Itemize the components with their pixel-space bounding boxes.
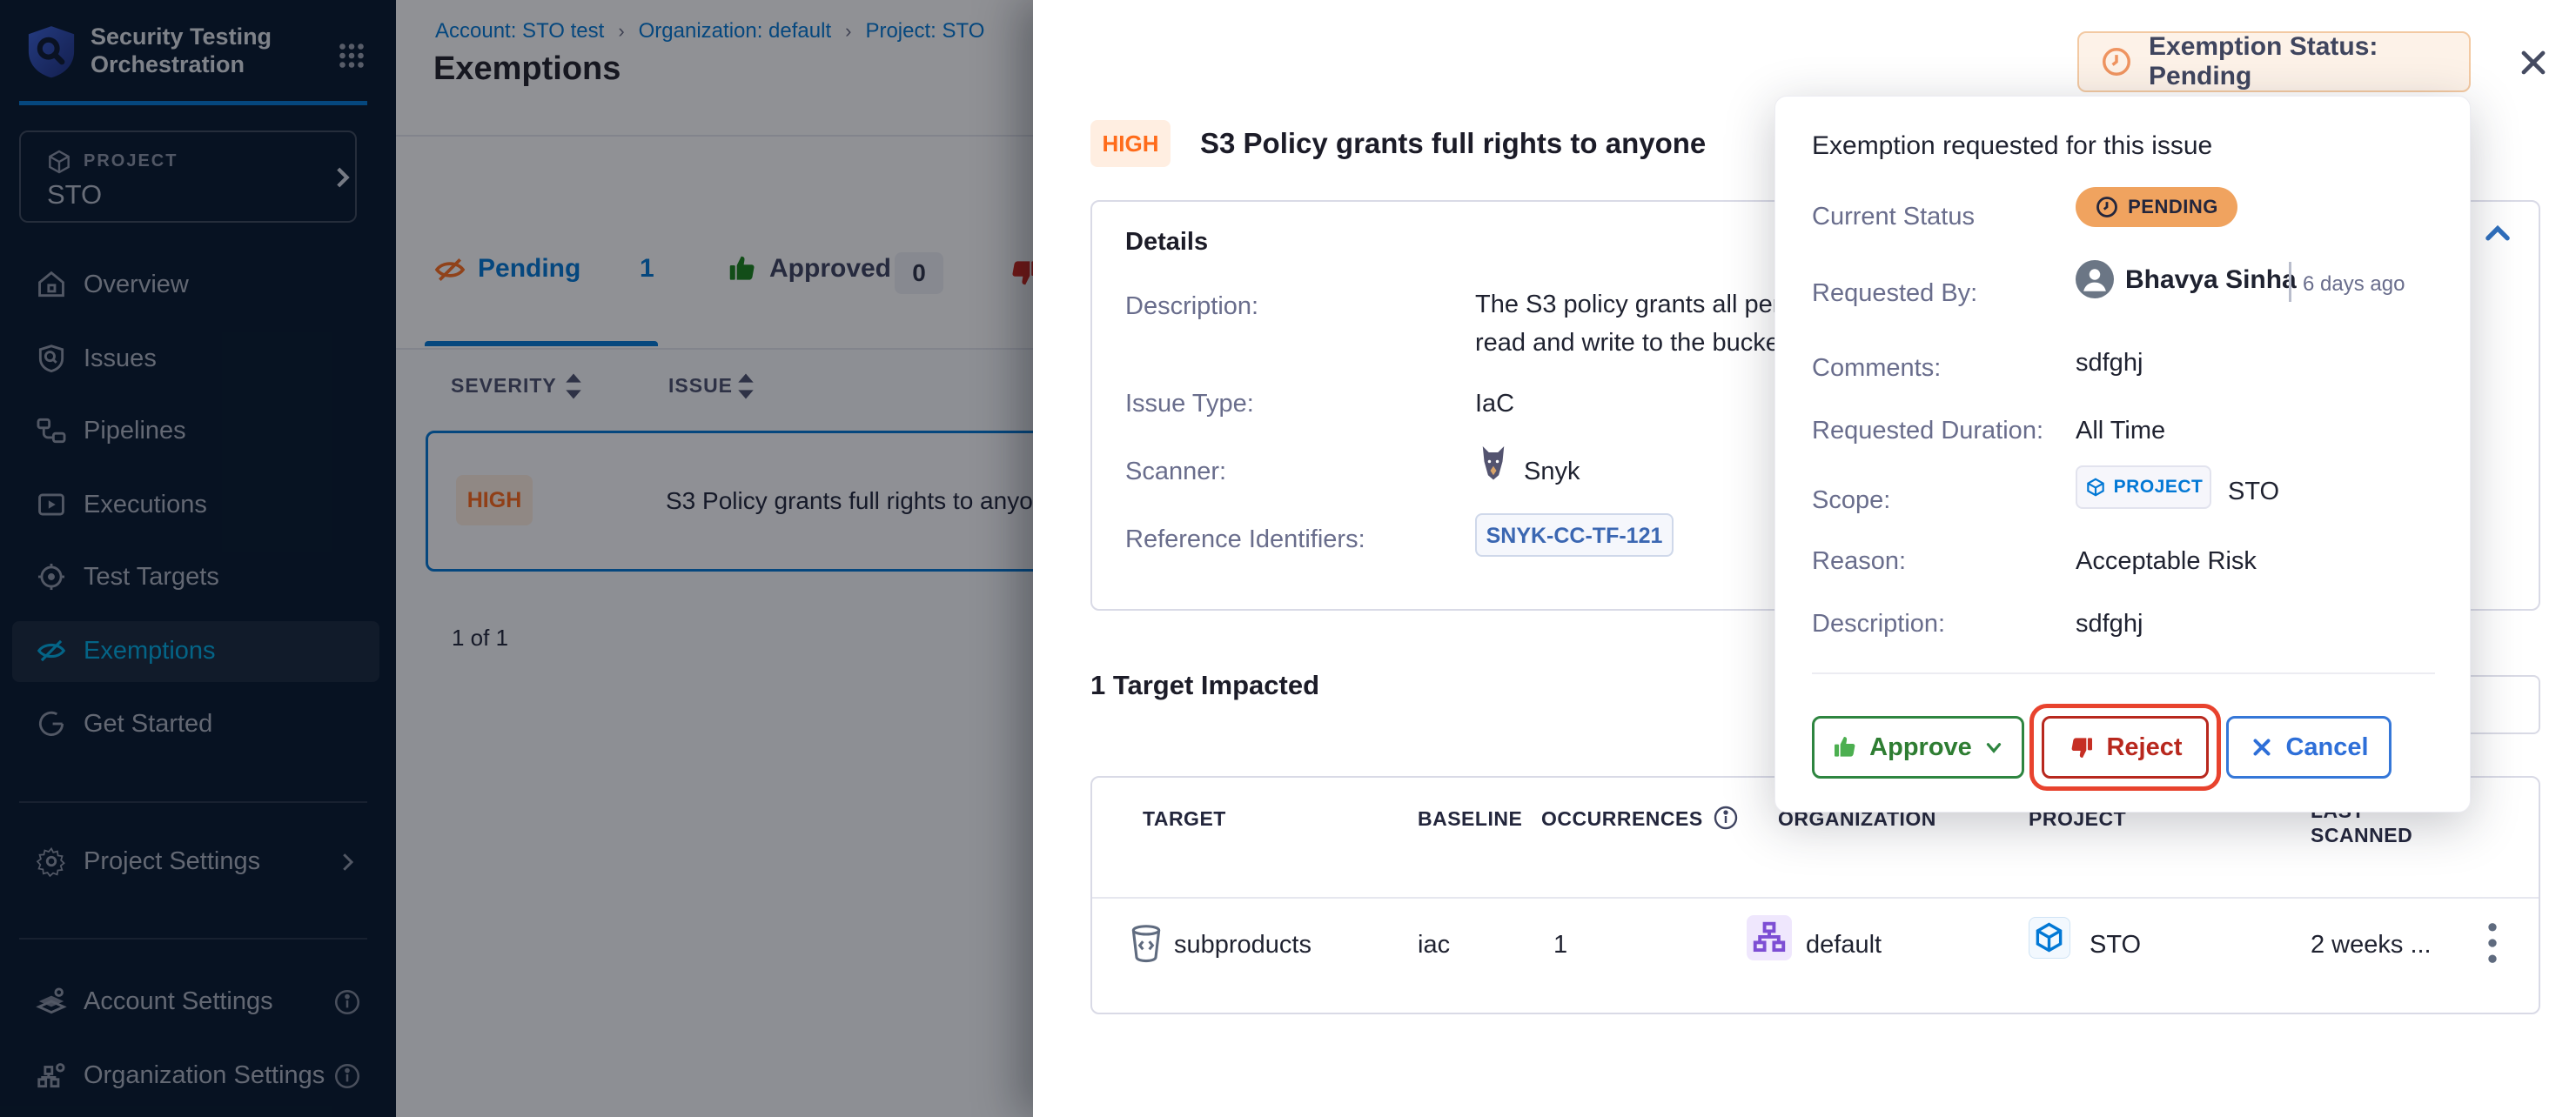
popover-divider	[1812, 672, 2435, 674]
issue-type-value: IaC	[1475, 390, 1514, 418]
issue-type-label: Issue Type:	[1125, 390, 1254, 418]
pending-status-badge: PENDING	[2076, 187, 2237, 227]
issue-detail-panel: Exemption Status: Pending HIGH S3 Policy…	[1033, 0, 2576, 1117]
duration-label: Requested Duration:	[1812, 417, 2043, 445]
approve-button[interactable]: Approve	[1812, 716, 2024, 779]
description-label: Description:	[1125, 292, 1258, 321]
target-project: STO	[2090, 931, 2141, 960]
organization-icon	[1747, 915, 1792, 960]
cancel-label: Cancel	[2285, 733, 2368, 762]
exemption-status-pill: Exemption Status: Pending	[2077, 31, 2471, 92]
dim-overlay	[0, 0, 1033, 1117]
chevron-up-icon[interactable]	[2481, 217, 2514, 251]
reason-label: Reason:	[1812, 547, 1906, 576]
target-bucket-icon	[1127, 922, 1165, 964]
scanner-value: Snyk	[1524, 458, 1580, 486]
pending-status-text: PENDING	[2128, 196, 2218, 218]
project-cube-icon	[2029, 917, 2070, 959]
popover-title: Exemption requested for this issue	[1812, 131, 2212, 161]
reject-button[interactable]: Reject	[2042, 716, 2209, 779]
scope-badge-text: PROJECT	[2114, 477, 2204, 498]
approve-label: Approve	[1869, 733, 1972, 762]
scope-label: Scope:	[1812, 486, 1890, 515]
description-label: Description:	[1812, 610, 1945, 639]
target-organization: default	[1806, 931, 1882, 960]
kebab-menu-icon[interactable]	[2478, 920, 2507, 966]
target-name[interactable]: subproducts	[1174, 931, 1311, 960]
requested-time: 6 days ago	[2303, 272, 2405, 297]
scope-value: STO	[2228, 478, 2279, 506]
target-baseline: iac	[1418, 931, 1450, 960]
comments-value: sdfghj	[2076, 349, 2143, 378]
current-status-label: Current Status	[1812, 203, 1975, 231]
description-value: sdfghj	[2076, 610, 2143, 639]
name-time-divider	[2289, 262, 2291, 302]
reference-identifiers-label: Reference Identifiers:	[1125, 525, 1365, 554]
requested-by-name: Bhavya Sinha	[2125, 265, 2297, 295]
column-header-occurrences[interactable]: OCCURRENCES	[1541, 807, 1703, 831]
requested-by-label: Requested By:	[1812, 279, 1977, 308]
scope-project-chip: PROJECT	[2076, 465, 2211, 509]
chevron-down-icon	[1982, 736, 2005, 759]
column-header-target[interactable]: TARGET	[1143, 807, 1226, 831]
target-last-scanned: 2 weeks ...	[2311, 931, 2432, 960]
close-icon[interactable]	[2514, 43, 2553, 82]
avatar	[2076, 260, 2114, 298]
targets-heading: 1 Target Impacted	[1090, 670, 1319, 701]
scanner-label: Scanner:	[1125, 458, 1226, 486]
table-divider	[1092, 897, 2539, 899]
details-heading: Details	[1125, 228, 1208, 257]
snyk-logo-icon	[1475, 444, 1512, 485]
description-value-line2: read and write to the bucke	[1475, 329, 1780, 358]
clock-icon	[2100, 45, 2133, 78]
x-icon	[2249, 734, 2275, 760]
reference-id-chip[interactable]: SNYK-CC-TF-121	[1475, 513, 1674, 557]
reject-label: Reject	[2106, 733, 2182, 762]
duration-value: All Time	[2076, 417, 2165, 445]
info-icon[interactable]	[1712, 804, 1740, 832]
target-occurrences: 1	[1553, 931, 1567, 960]
severity-badge: HIGH	[1090, 120, 1171, 167]
reason-value: Acceptable Risk	[2076, 547, 2257, 576]
comments-label: Comments:	[1812, 354, 1941, 383]
exemption-popover: Exemption requested for this issue Curre…	[1774, 96, 2471, 813]
exemption-status-text: Exemption Status: Pending	[2149, 32, 2469, 91]
cancel-button[interactable]: Cancel	[2226, 716, 2392, 779]
issue-title: S3 Policy grants full rights to anyone	[1200, 127, 1706, 160]
column-header-baseline[interactable]: BASELINE	[1418, 807, 1522, 831]
description-value-line1: The S3 policy grants all per	[1475, 291, 1781, 319]
